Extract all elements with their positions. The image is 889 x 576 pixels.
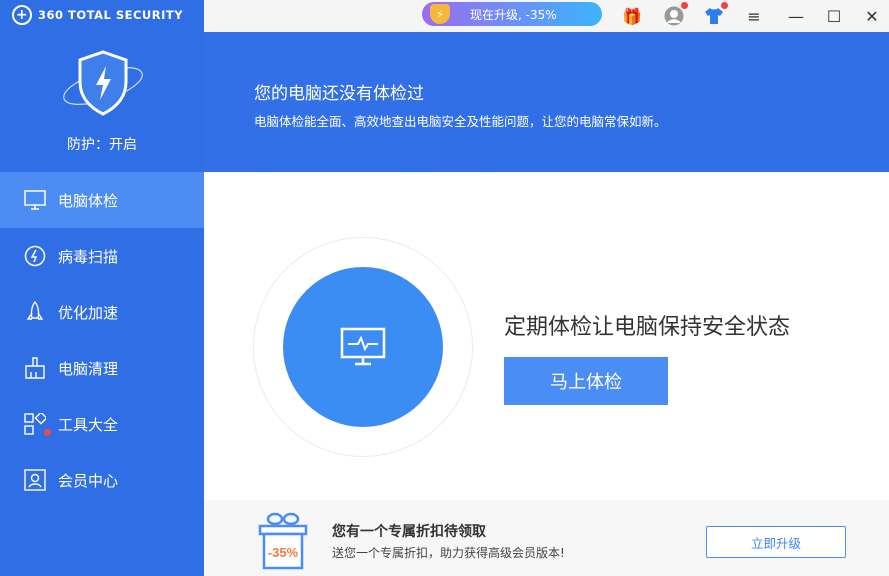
protection-status: 防护：开启 [67, 137, 137, 153]
discount-gift-icon: -35% [258, 512, 308, 570]
sidebar-item-label: 电脑清理 [58, 359, 119, 378]
sidebar-item-virus-scan[interactable]: 病毒扫描 [0, 228, 204, 284]
sidebar-item-tools[interactable]: 工具大全 [0, 396, 204, 452]
member-icon [24, 469, 46, 491]
notification-dot [681, 2, 688, 9]
virus-scan-icon [24, 245, 46, 267]
sidebar-item-label: 会员中心 [58, 471, 119, 490]
upgrade-now-button[interactable]: 立即升级 [706, 526, 846, 558]
close-icon[interactable]: ✕ [860, 4, 884, 28]
plus-logo-icon: + [12, 5, 32, 25]
discount-subtitle: 送您一个专属折扣，助力获得高级会员版本! [332, 546, 565, 560]
app-title: 360 TOTAL SECURITY [38, 8, 184, 22]
sidebar-item-pc-checkup[interactable]: 电脑体检 [0, 172, 204, 228]
header-banner: 您的电脑还没有体检过 电脑体检能全面、高效地查出电脑安全及性能问题，让您的电脑常… [204, 32, 889, 172]
maximize-icon[interactable]: ☐ [822, 4, 846, 28]
upgrade-shield-icon: ⚡ [430, 4, 450, 24]
broom-icon [24, 357, 46, 379]
title-bar: ⚡ 现在升级, -35% 🎁 ≡ — ☐ ✕ [204, 0, 889, 32]
discount-label: -35% [268, 545, 299, 560]
tools-grid-icon [24, 413, 46, 435]
sidebar-item-label: 病毒扫描 [58, 247, 119, 266]
checkup-slogan: 定期体检让电脑保持安全状态 [504, 315, 791, 340]
gift-icon[interactable]: 🎁 [620, 4, 644, 28]
menu-icon[interactable]: ≡ [742, 4, 766, 28]
app-logo: + 360 TOTAL SECURITY [12, 5, 183, 25]
checkup-circle[interactable] [283, 267, 443, 427]
notification-dot [44, 429, 51, 436]
sidebar-item-label: 优化加速 [58, 303, 119, 322]
shield-icon [63, 50, 143, 116]
banner-title: 您的电脑还没有体检过 [254, 84, 424, 104]
monitor-icon [24, 189, 46, 211]
sidebar-item-membership[interactable]: 会员中心 [0, 452, 204, 508]
notification-dot [721, 2, 728, 9]
start-checkup-button[interactable]: 马上体检 [504, 357, 668, 405]
promo-label: 现在升级, -35% [470, 7, 557, 22]
sidebar: + 360 TOTAL SECURITY 防护：开启 电脑体检 病毒扫描 优化加… [0, 0, 204, 576]
minimize-icon[interactable]: — [784, 4, 808, 28]
sidebar-item-label: 工具大全 [58, 415, 119, 434]
discount-title: 您有一个专属折扣待领取 [332, 524, 486, 540]
sidebar-item-label: 电脑体检 [58, 191, 119, 210]
sidebar-item-speedup[interactable]: 优化加速 [0, 284, 204, 340]
banner-subtitle: 电脑体检能全面、高效地查出电脑安全及性能问题，让您的电脑常保如新。 [254, 114, 667, 129]
rocket-icon [24, 301, 46, 323]
upgrade-promo-button[interactable]: ⚡ 现在升级, -35% [422, 2, 602, 26]
monitor-pulse-icon [340, 327, 386, 366]
sidebar-item-cleanup[interactable]: 电脑清理 [0, 340, 204, 396]
discount-bar: -35% 您有一个专属折扣待领取 送您一个专属折扣，助力获得高级会员版本! 立即… [204, 500, 889, 576]
